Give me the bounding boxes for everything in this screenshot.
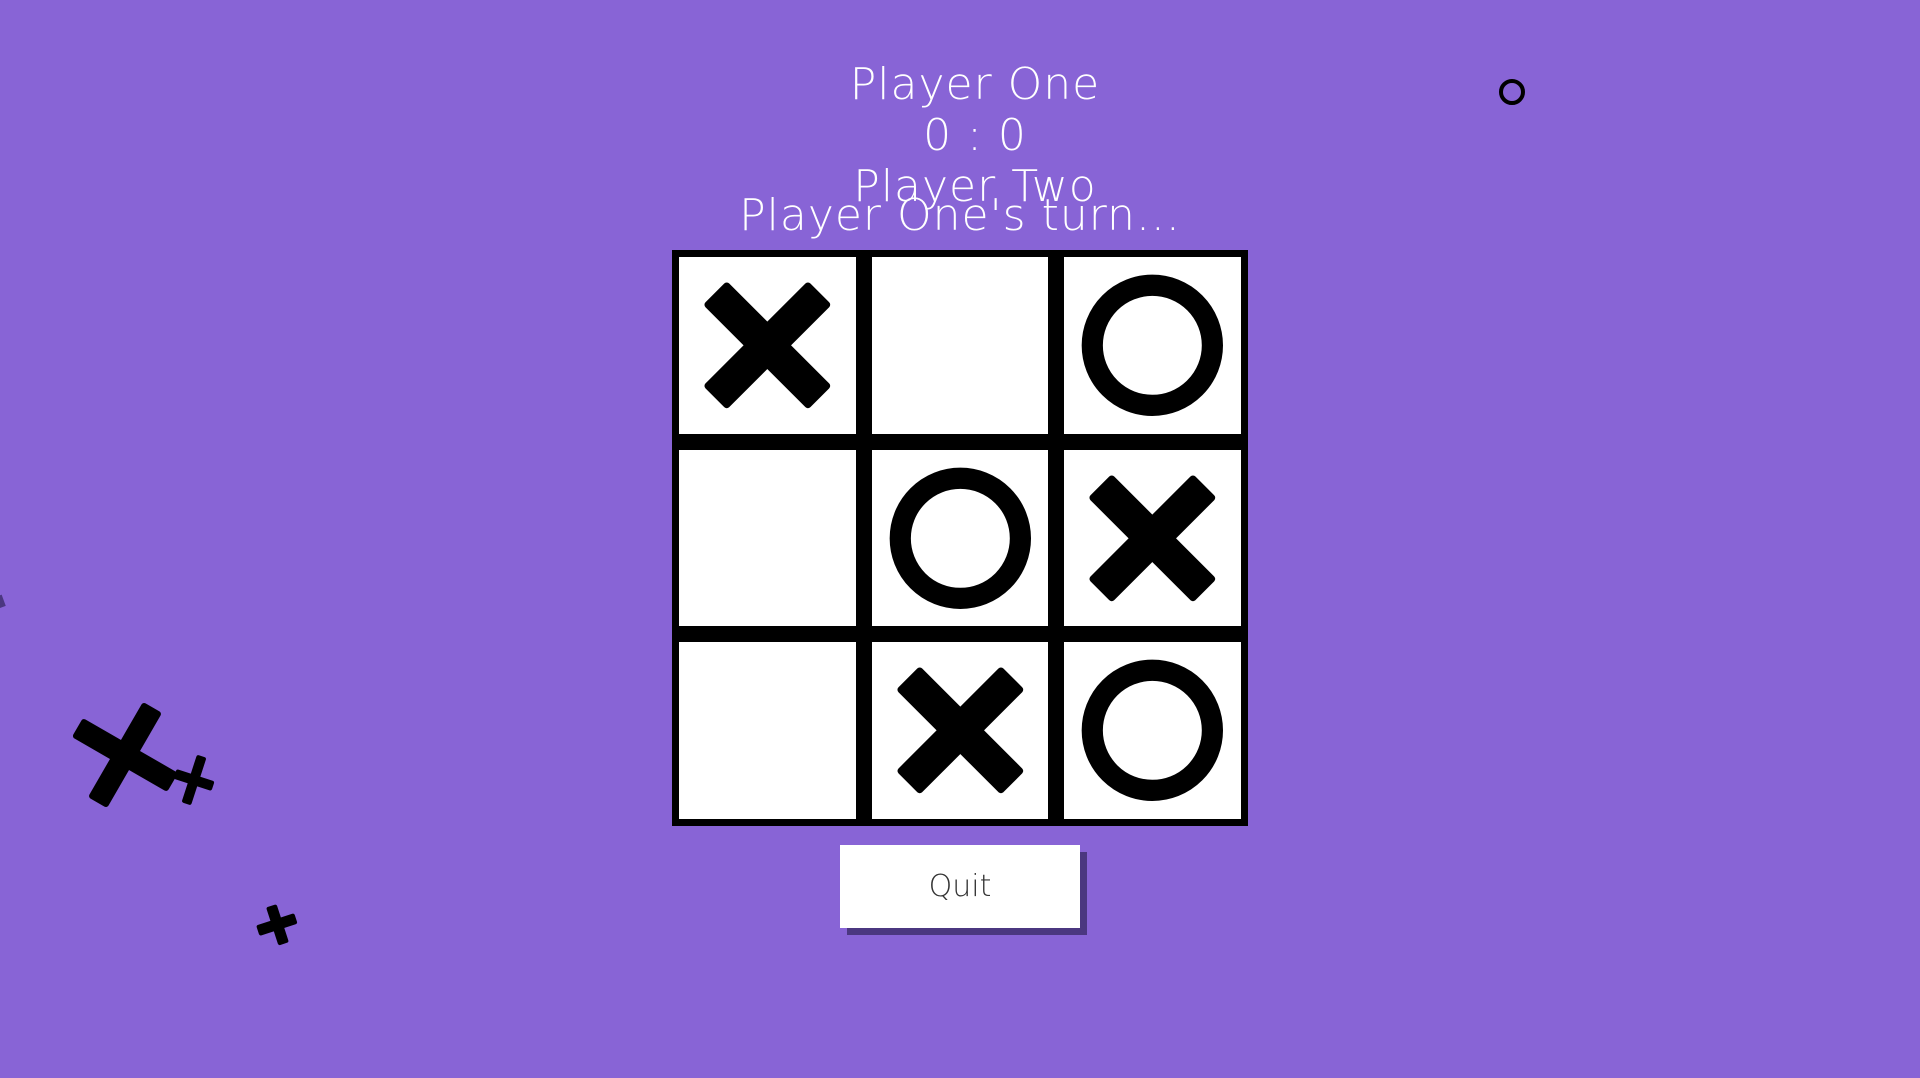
board-cell-r3-c3[interactable] — [1064, 642, 1241, 819]
floating-x-large-icon — [72, 702, 215, 808]
board-cell-r2-c3[interactable] — [1064, 449, 1241, 627]
quit-button[interactable]: Quit — [840, 845, 1080, 928]
floating-o-icon — [1499, 79, 1525, 105]
board-cell-r3-c2[interactable] — [871, 642, 1049, 819]
board-cell-r2-c2[interactable] — [871, 449, 1049, 627]
score: 0 : 0 — [923, 110, 1027, 161]
turn-status: Player One's turn... — [739, 190, 1181, 241]
x-mark-icon — [704, 282, 831, 409]
scoreboard: Player One 0 : 0 Player Two — [0, 8, 1920, 212]
o-mark-icon — [1082, 274, 1224, 416]
floating-x-small-icon — [256, 904, 298, 946]
x-mark-icon — [897, 667, 1023, 794]
board-cell-r1-c1[interactable] — [679, 257, 856, 434]
floating-x-fragment-icon — [0, 594, 6, 610]
game-board — [672, 250, 1248, 826]
player-one-name: Player One — [849, 59, 1101, 110]
board-cell-r3-c1[interactable] — [679, 642, 856, 819]
x-mark-icon — [1089, 475, 1216, 601]
o-mark-icon — [1081, 659, 1224, 802]
board-cell-r1-c2[interactable] — [871, 257, 1049, 434]
o-mark-icon — [889, 467, 1031, 609]
board-cell-r1-c3[interactable] — [1064, 257, 1241, 434]
board-cell-r2-c1[interactable] — [679, 449, 856, 627]
